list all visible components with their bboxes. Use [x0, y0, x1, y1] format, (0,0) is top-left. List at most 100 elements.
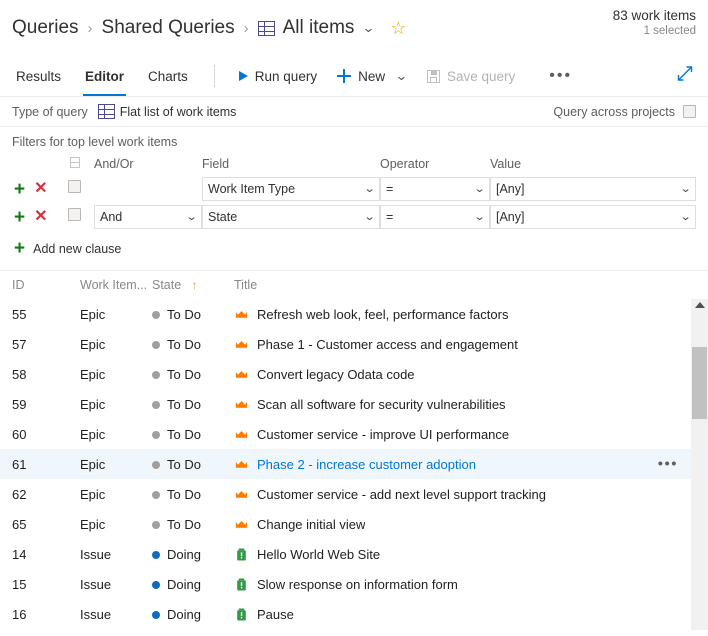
filters-value-header: Value	[490, 157, 522, 171]
breadcrumb-item-queries[interactable]: Queries	[12, 17, 79, 39]
table-row[interactable]: 61 Epic To Do Phase 2 - increase customer a…	[0, 449, 708, 479]
filter-row: + ✕ Work Item Type ⌄ = ⌄ [Any] ⌄	[12, 175, 696, 203]
filter-operator-select[interactable]: =	[380, 205, 490, 229]
table-row[interactable]: 59 Epic To Do Scan all software for securit…	[0, 389, 708, 419]
chevron-down-icon[interactable]: ⌄	[362, 20, 376, 36]
table-row[interactable]: 57 Epic To Do Phase 1 - Customer access and…	[0, 329, 708, 359]
issue-icon	[237, 608, 246, 620]
query-type-value[interactable]: Flat list of work items	[97, 104, 237, 119]
tab-charts[interactable]: Charts	[136, 56, 200, 96]
scroll-up-arrow-icon[interactable]	[694, 302, 705, 308]
filter-row-checkbox[interactable]	[68, 208, 81, 221]
table-row[interactable]: 60 Epic To Do Customer service - improve UI…	[0, 419, 708, 449]
row-context-menu-button[interactable]: •••	[658, 457, 678, 472]
row-title: Hello World Web Site	[234, 547, 696, 562]
new-button[interactable]: New ⌄	[327, 62, 417, 90]
play-icon	[238, 71, 248, 81]
query-across-projects-label: Query across projects	[553, 104, 675, 119]
star-icon[interactable]: ☆	[390, 19, 406, 37]
row-work-item-type: Issue	[80, 546, 112, 562]
grid-column-title[interactable]: Title	[234, 278, 696, 292]
row-title-text[interactable]: Phase 1 - Customer access and engagement	[257, 337, 518, 352]
epic-crown-icon	[234, 487, 249, 502]
scrollbar-thumb[interactable]	[692, 347, 707, 419]
breadcrumb-item-shared-queries[interactable]: Shared Queries	[102, 17, 235, 39]
filter-row-andor: And ⌄	[94, 203, 202, 231]
grid-column-work-item-type[interactable]: Work Item...	[80, 278, 152, 292]
table-row[interactable]: 55 Epic To Do Refresh web look, feel, perfo…	[0, 299, 708, 329]
row-id: 59	[12, 396, 27, 412]
row-title-text[interactable]: Pause	[257, 607, 294, 622]
row-title-text[interactable]: Slow response on information form	[257, 577, 458, 592]
filter-field-select[interactable]: State	[202, 205, 380, 229]
ellipsis-icon: •••	[549, 67, 573, 84]
save-icon	[427, 69, 440, 83]
row-title-text[interactable]: Convert legacy Odata code	[257, 367, 415, 382]
chevron-down-icon[interactable]: ⌄	[395, 68, 409, 84]
state-dot-icon	[152, 610, 160, 619]
expand-button[interactable]	[676, 65, 694, 88]
row-state: To Do	[152, 367, 234, 382]
row-title: Phase 2 - increase customer adoption	[234, 457, 696, 472]
add-clause-icon[interactable]: +	[14, 208, 25, 227]
state-dot-icon	[152, 580, 160, 589]
query-toolbar: Results Editor Charts Run query New ⌄ Sa…	[0, 56, 708, 96]
filter-row-checkbox[interactable]	[68, 180, 81, 193]
query-across-projects-checkbox[interactable]	[683, 105, 696, 118]
row-work-item-type: Epic	[80, 366, 106, 382]
vertical-scrollbar[interactable]	[691, 299, 708, 630]
epic-crown-icon	[234, 517, 249, 532]
grid-column-state-label: State	[152, 278, 182, 292]
filter-row-value: [Any] ⌄	[490, 175, 696, 203]
delete-clause-icon[interactable]: ✕	[34, 209, 47, 225]
table-row[interactable]: 62 Epic To Do Customer service - add next l…	[0, 479, 708, 509]
breadcrumb-item-all-items[interactable]: All items	[283, 17, 355, 39]
row-id: 65	[12, 516, 27, 532]
filter-field-select[interactable]: Work Item Type	[202, 177, 380, 201]
epic-crown-icon	[234, 367, 249, 382]
filter-andor-select[interactable]: And	[94, 205, 202, 229]
save-query-button[interactable]: Save query	[417, 62, 525, 90]
add-new-clause-button[interactable]: + Add new clause	[14, 239, 696, 258]
row-title: Scan all software for security vulnerabi…	[234, 397, 696, 412]
filters-table: And/Or Field Operator Value + ✕ Work Ite…	[12, 157, 696, 231]
row-title-text[interactable]: Customer service - improve UI performanc…	[257, 427, 509, 442]
row-title-text[interactable]: Customer service - add next level suppor…	[257, 487, 546, 502]
table-row[interactable]: 15 Issue Doing Slow response on information…	[0, 569, 708, 599]
tab-results-label: Results	[16, 68, 62, 84]
row-state: To Do	[152, 307, 234, 322]
row-title-text[interactable]: Scan all software for security vulnerabi…	[257, 397, 506, 412]
row-title-text[interactable]: Hello World Web Site	[257, 547, 380, 562]
query-across-projects[interactable]: Query across projects	[553, 105, 696, 119]
row-title-text[interactable]: Phase 2 - increase customer adoption	[257, 457, 476, 472]
grid-column-id[interactable]: ID	[12, 278, 80, 292]
grid-column-state[interactable]: State ↑	[152, 278, 234, 292]
state-dot-icon	[152, 310, 160, 319]
filter-value-select[interactable]: [Any]	[490, 177, 696, 201]
more-options-button[interactable]: •••	[539, 62, 582, 90]
row-work-item-type: Epic	[80, 306, 106, 322]
table-row[interactable]: 65 Epic To Do Change initial view	[0, 509, 708, 539]
table-row[interactable]: 16 Issue Doing Pause	[0, 599, 708, 629]
select-rows-icon[interactable]	[68, 157, 80, 168]
row-state-label: Doing	[167, 546, 201, 562]
row-title: Change initial view	[234, 517, 696, 532]
arrow-up-icon: ↑	[191, 278, 198, 292]
filters-select-header	[68, 157, 94, 175]
tab-editor[interactable]: Editor	[73, 56, 136, 96]
row-title-text[interactable]: Change initial view	[257, 517, 365, 532]
row-state-label: Doing	[167, 576, 201, 592]
table-row[interactable]: 14 Issue Doing Hello World Web Site	[0, 539, 708, 569]
delete-clause-icon[interactable]: ✕	[34, 181, 47, 197]
row-title-text[interactable]: Refresh web look, feel, performance fact…	[257, 307, 508, 322]
row-title: Refresh web look, feel, performance fact…	[234, 307, 696, 322]
table-row[interactable]: 58 Epic To Do Convert legacy Odata code	[0, 359, 708, 389]
query-type-value-label: Flat list of work items	[119, 104, 237, 119]
tab-results[interactable]: Results	[12, 56, 73, 96]
run-query-button[interactable]: Run query	[229, 62, 327, 90]
add-clause-icon[interactable]: +	[14, 180, 25, 199]
row-state-label: To Do	[167, 516, 201, 532]
filter-value-select[interactable]: [Any]	[490, 205, 696, 229]
filter-operator-select[interactable]: =	[380, 177, 490, 201]
row-id: 58	[12, 366, 27, 382]
